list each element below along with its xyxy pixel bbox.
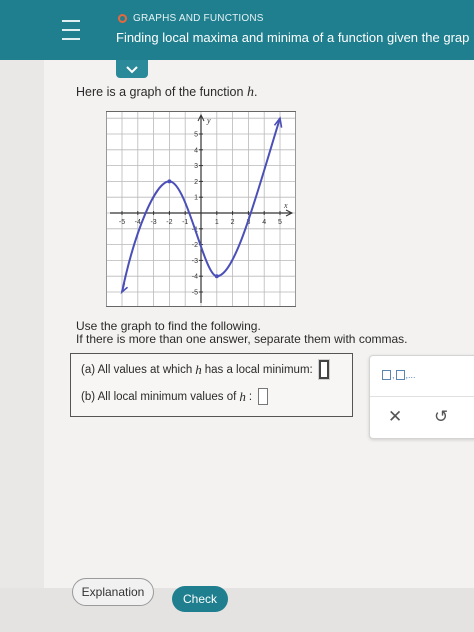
top-header: GRAPHS AND FUNCTIONS Finding local maxim… xyxy=(0,0,474,60)
local-max-point xyxy=(167,179,172,184)
instructions-line-2: If there is more than one answer, separa… xyxy=(76,332,408,346)
ellipsis: ,... xyxy=(405,370,416,380)
x-tick-label: 1 xyxy=(215,219,219,226)
x-tick-label: 2 xyxy=(231,219,235,226)
topic-row: GRAPHS AND FUNCTIONS xyxy=(118,13,264,24)
collapse-button[interactable] xyxy=(116,60,148,78)
explanation-button[interactable]: Explanation xyxy=(72,578,154,606)
x-tick-label: 5 xyxy=(278,219,282,226)
y-tick-label: 5 xyxy=(194,132,198,139)
x-tick-label: -2 xyxy=(166,219,172,226)
math-tool-panel: ,,... ✕ ↺ xyxy=(369,355,474,439)
question-a: (a) All values at which h has a local mi… xyxy=(81,360,329,379)
y-tick-label: 4 xyxy=(194,147,198,154)
function-graph: -5 -4 -3 -2 -1 1 2 3 4 5 5 4 3 2 1 -1 -2 -3 -4 -5 y x xyxy=(105,111,297,312)
x-tick-label: -3 xyxy=(150,219,156,226)
question-b: (b) All local minimum values of h: xyxy=(81,388,269,405)
y-tick-label: -5 xyxy=(192,290,198,297)
check-button[interactable]: Check xyxy=(172,586,228,612)
tool-divider xyxy=(370,396,474,397)
intro-label: Here is a graph of the function xyxy=(76,85,247,99)
answer-box: (a) All values at which h has a local mi… xyxy=(70,353,353,417)
intro-text: Here is a graph of the function h. xyxy=(76,85,257,101)
y-tick-label: 3 xyxy=(194,163,198,170)
y-axis-label: y xyxy=(206,116,211,125)
topic-status-icon xyxy=(118,14,127,23)
y-tick-label: -3 xyxy=(192,258,198,265)
x-axis-label: x xyxy=(283,201,288,210)
x-tick-label: -1 xyxy=(182,219,188,226)
question-b-end: : xyxy=(248,390,253,403)
placeholder-square-icon xyxy=(395,370,405,380)
graph-svg: -5 -4 -3 -2 -1 1 2 3 4 554321-1-2-3-4-5yx xyxy=(105,111,297,307)
local-min-point xyxy=(214,274,219,279)
comma-list-tool-button[interactable]: ,,... xyxy=(382,370,416,380)
topic-label: GRAPHS AND FUNCTIONS xyxy=(133,13,264,24)
x-tick-label: -5 xyxy=(119,219,125,226)
bottom-bar xyxy=(0,588,474,632)
intro-period: . xyxy=(253,85,258,99)
question-a-label: (a) All values at which xyxy=(81,363,193,376)
question-b-label: (b) All local minimum values of xyxy=(81,390,237,403)
y-tick-label: 1 xyxy=(194,195,198,202)
instructions: Use the graph to find the following. If … xyxy=(76,320,408,346)
page-title: Finding local maxima and minima of a fun… xyxy=(116,30,470,45)
y-tick-label: -4 xyxy=(192,274,198,281)
x-tick-label: 4 xyxy=(262,219,266,226)
answer-b-input[interactable] xyxy=(258,388,269,405)
answer-a-input[interactable] xyxy=(318,360,329,379)
undo-icon[interactable]: ↺ xyxy=(434,408,448,425)
comma-separator: , xyxy=(392,370,395,380)
hamburger-icon[interactable] xyxy=(62,20,80,40)
intro-function-name: h xyxy=(246,85,254,100)
question-b-function: h xyxy=(239,388,246,404)
y-tick-label: -2 xyxy=(192,242,198,249)
placeholder-square-icon xyxy=(382,370,391,380)
chevron-down-icon xyxy=(126,65,138,73)
question-a-function: h xyxy=(195,361,202,377)
x-icon[interactable]: ✕ xyxy=(388,408,402,425)
y-tick-label: 2 xyxy=(194,179,198,186)
question-a-end: has a local minimum: xyxy=(204,363,313,376)
